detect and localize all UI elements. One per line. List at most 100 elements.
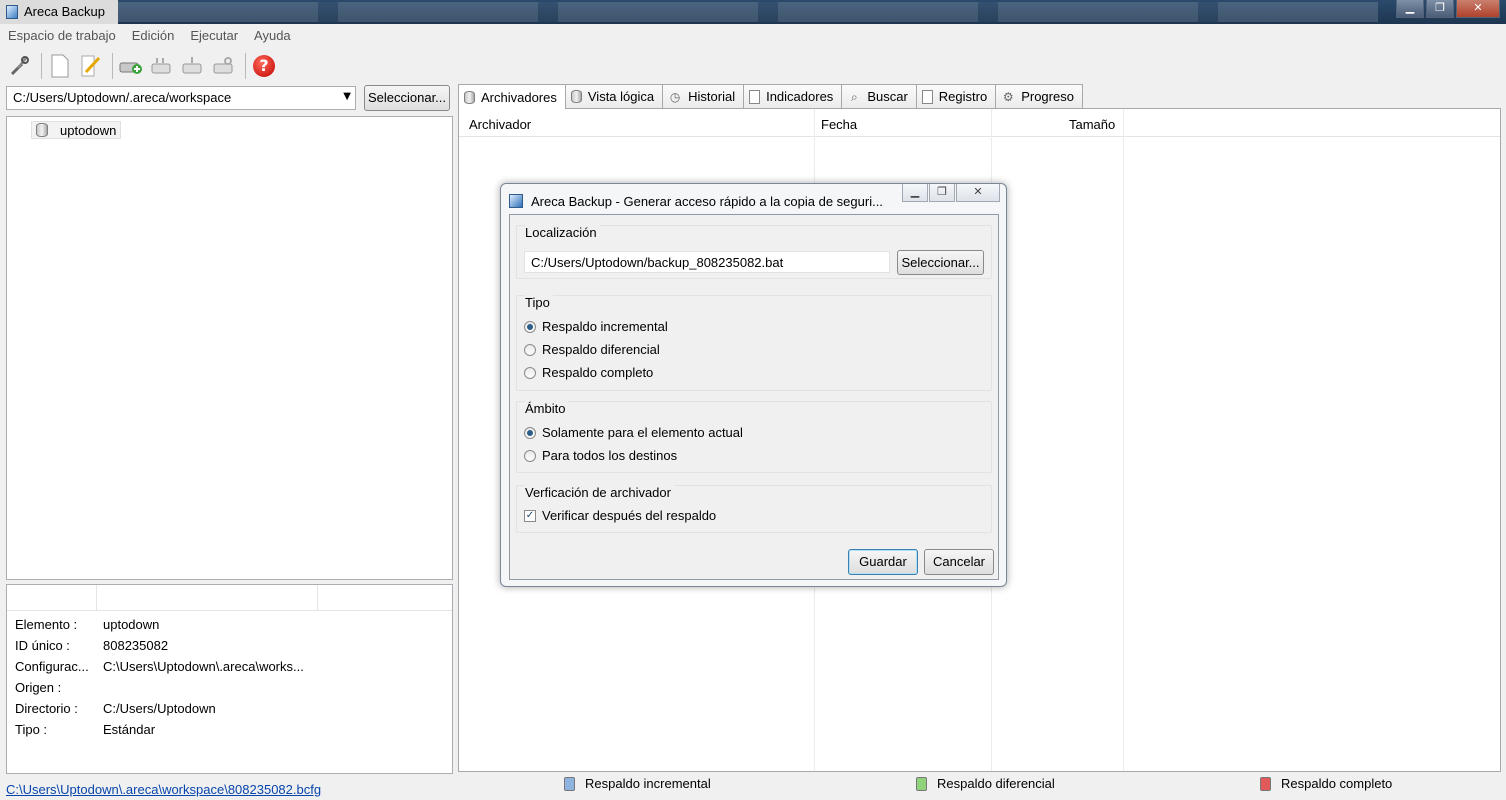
- tree-item-uptodown[interactable]: uptodown: [31, 121, 122, 139]
- dialog-title: Areca Backup - Generar acceso rápido a l…: [531, 193, 883, 209]
- title-bar: Areca Backup ▁ ❐ ✕: [0, 0, 1506, 24]
- tab-registro[interactable]: Registro: [915, 84, 997, 108]
- tab-vista-logica[interactable]: Vista lógica: [564, 84, 664, 108]
- column-divider: [1123, 109, 1124, 771]
- radio-respaldo-incremental[interactable]: Respaldo incremental: [524, 319, 668, 334]
- toolbar: ?: [0, 48, 1506, 84]
- config-file-link[interactable]: C:\Users\Uptodown\.areca\workspace\80823…: [6, 782, 321, 797]
- main-tabs: Archivadores Vista lógica ◷ Historial In…: [458, 84, 1083, 109]
- column-archivador[interactable]: Archivador: [469, 117, 531, 132]
- property-value: C:\Users\Uptodown\.areca\works...: [103, 659, 304, 674]
- tab-archivadores[interactable]: Archivadores: [458, 84, 566, 109]
- toolbar-separator: [41, 53, 42, 79]
- properties-panel: Elemento : uptodown ID único : 808235082…: [6, 584, 453, 774]
- legend-full: Respaldo completo: [1260, 776, 1392, 791]
- legend-label: Respaldo completo: [1281, 776, 1393, 791]
- full-backup-icon: [1260, 776, 1271, 791]
- dialog-minimize-button[interactable]: ▁: [902, 184, 928, 202]
- radio-solamente-elemento-actual[interactable]: Solamente para el elemento actual: [524, 425, 743, 440]
- check-icon[interactable]: [210, 52, 238, 80]
- checkbox-label: Verificar después del respaldo: [542, 508, 717, 523]
- type-label: Tipo: [525, 295, 553, 310]
- radio-button[interactable]: [524, 366, 536, 379]
- tools-icon[interactable]: [6, 52, 34, 80]
- radio-button[interactable]: [524, 320, 536, 333]
- search-icon: ⌕: [850, 89, 858, 104]
- property-key: Configurac...: [15, 659, 89, 674]
- property-key: ID único :: [15, 638, 70, 653]
- workspace-path: C:/Users/Uptodown/.areca/workspace: [13, 90, 232, 105]
- menu-ayuda[interactable]: Ayuda: [254, 28, 291, 43]
- dialog-window-controls: ▁ ❐ ✕: [901, 184, 1000, 202]
- radio-button[interactable]: [524, 426, 536, 439]
- property-row: Configurac... C:\Users\Uptodown\.areca\w…: [7, 657, 447, 678]
- gear-icon: ⚙: [1002, 89, 1014, 104]
- menu-ejecutar[interactable]: Ejecutar: [190, 28, 238, 43]
- document-icon: [749, 89, 761, 104]
- radio-todos-los-destinos[interactable]: Para todos los destinos: [524, 448, 677, 463]
- radio-button[interactable]: [524, 449, 536, 462]
- property-key: Elemento :: [15, 617, 78, 632]
- app-icon: [6, 5, 18, 19]
- maximize-button[interactable]: ❐: [1426, 0, 1454, 18]
- new-document-icon[interactable]: [46, 52, 74, 80]
- property-row: Origen :: [7, 678, 447, 699]
- archive-list-header: Archivador Fecha Tamaño: [459, 109, 1500, 137]
- radio-respaldo-diferencial[interactable]: Respaldo diferencial: [524, 342, 660, 357]
- property-row: Directorio : C:/Users/Uptodown: [7, 699, 447, 720]
- column-fecha[interactable]: Fecha: [821, 117, 857, 132]
- legend-label: Respaldo diferencial: [937, 776, 1055, 791]
- tab-progreso[interactable]: ⚙ Progreso: [995, 84, 1083, 108]
- location-path-input[interactable]: C:/Users/Uptodown/backup_808235082.bat: [524, 251, 890, 273]
- tree-item-label: uptodown: [60, 122, 117, 138]
- property-row: Elemento : uptodown: [7, 615, 447, 636]
- radio-label: Respaldo incremental: [542, 319, 668, 334]
- radio-label: Para todos los destinos: [542, 448, 678, 463]
- cancel-button[interactable]: Cancelar: [924, 549, 994, 575]
- dialog-maximize-button[interactable]: ❐: [929, 184, 955, 202]
- tab-indicadores[interactable]: Indicadores: [743, 84, 843, 108]
- properties-header: [7, 585, 452, 611]
- dialog-body: Localización C:/Users/Uptodown/backup_80…: [509, 214, 999, 580]
- scope-label: Ámbito: [525, 401, 569, 416]
- verify-checkbox-row[interactable]: ✓ Verificar después del respaldo: [524, 508, 716, 523]
- tab-historial[interactable]: ◷ Historial: [662, 84, 745, 108]
- radio-label: Respaldo completo: [542, 365, 654, 380]
- column-tamano[interactable]: Tamaño: [1069, 117, 1115, 132]
- clock-icon: ◷: [669, 89, 681, 104]
- property-value: Estándar: [103, 722, 156, 737]
- minimize-button[interactable]: ▁: [1396, 0, 1424, 18]
- workspace-select-button[interactable]: Seleccionar...: [364, 85, 450, 111]
- property-value: 808235082: [103, 638, 169, 653]
- radio-button[interactable]: [524, 343, 536, 356]
- app-icon: [509, 194, 523, 208]
- menu-espacio-de-trabajo[interactable]: Espacio de trabajo: [8, 28, 116, 43]
- workspace-path-dropdown[interactable]: C:/Users/Uptodown/.areca/workspace ▼: [6, 86, 356, 110]
- merge-icon[interactable]: [179, 52, 207, 80]
- help-icon[interactable]: ?: [250, 52, 278, 80]
- toolbar-separator: [112, 53, 113, 79]
- menu-edicion[interactable]: Edición: [132, 28, 175, 43]
- property-key: Directorio :: [15, 701, 78, 716]
- add-target-icon[interactable]: [117, 52, 145, 80]
- property-row: ID único : 808235082: [7, 636, 447, 657]
- location-select-button[interactable]: Seleccionar...: [897, 250, 984, 275]
- location-label: Localización: [525, 225, 600, 240]
- toolbar-separator: [245, 53, 246, 79]
- verify-label: Verficación de archivador: [525, 485, 674, 500]
- property-key: Tipo :: [15, 722, 48, 737]
- radio-respaldo-completo[interactable]: Respaldo completo: [524, 365, 653, 380]
- edit-icon[interactable]: [77, 52, 105, 80]
- save-button[interactable]: Guardar: [848, 549, 918, 575]
- close-button[interactable]: ✕: [1456, 0, 1500, 18]
- tab-buscar[interactable]: ⌕ Buscar: [841, 84, 917, 108]
- dropdown-arrow-icon[interactable]: ▼: [343, 91, 351, 102]
- backup-icon[interactable]: [148, 52, 176, 80]
- tab-label: Vista lógica: [587, 89, 655, 104]
- dialog-close-button[interactable]: ✕: [956, 184, 1000, 202]
- property-value: uptodown: [103, 617, 160, 632]
- legend-label: Respaldo incremental: [585, 776, 711, 791]
- legend-incremental: Respaldo incremental: [564, 776, 711, 791]
- tab-label: Progreso: [1021, 89, 1074, 104]
- verify-checkbox[interactable]: ✓: [524, 509, 536, 522]
